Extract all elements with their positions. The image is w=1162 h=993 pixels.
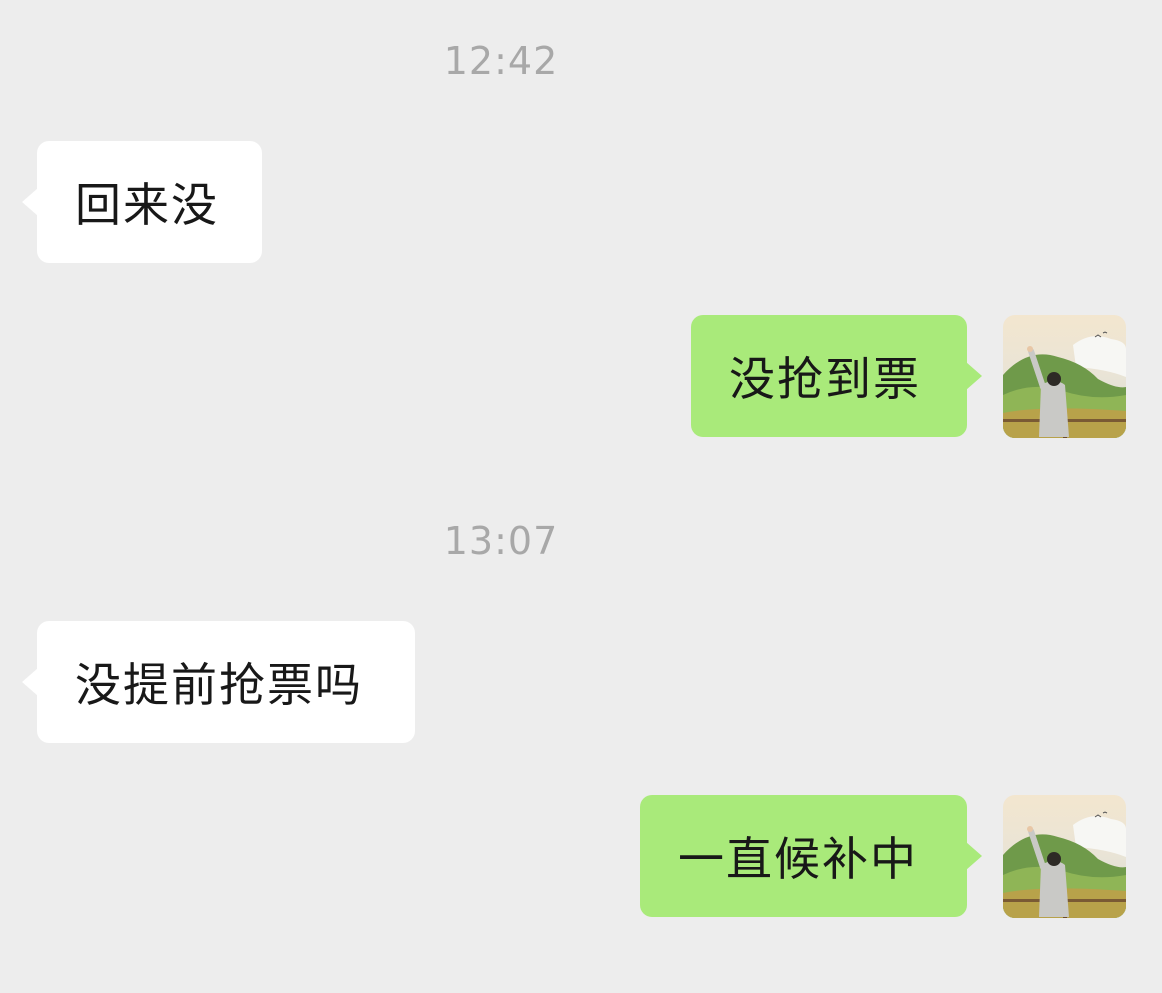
- outgoing-message-bubble[interactable]: 一直候补中: [640, 795, 982, 917]
- message-timestamp: 12:42: [443, 39, 559, 83]
- message-timestamp: 13:07: [443, 519, 559, 563]
- message-text: 没提前抢票吗: [75, 658, 363, 712]
- chat-view: 12:42 回来没 没抢到票 13:07 没提前抢票吗 一直候补中: [0, 0, 1162, 993]
- message-text: 回来没: [75, 178, 219, 232]
- incoming-message-bubble[interactable]: 没提前抢票吗: [22, 621, 415, 743]
- message-text: 一直候补中: [678, 832, 918, 886]
- avatar-image: [1003, 795, 1126, 918]
- message-text: 没抢到票: [729, 352, 921, 406]
- outgoing-message-bubble[interactable]: 没抢到票: [691, 315, 982, 437]
- user-avatar[interactable]: [1003, 795, 1126, 918]
- incoming-message-bubble[interactable]: 回来没: [22, 141, 262, 263]
- user-avatar[interactable]: [1003, 315, 1126, 438]
- avatar-image: [1003, 315, 1126, 438]
